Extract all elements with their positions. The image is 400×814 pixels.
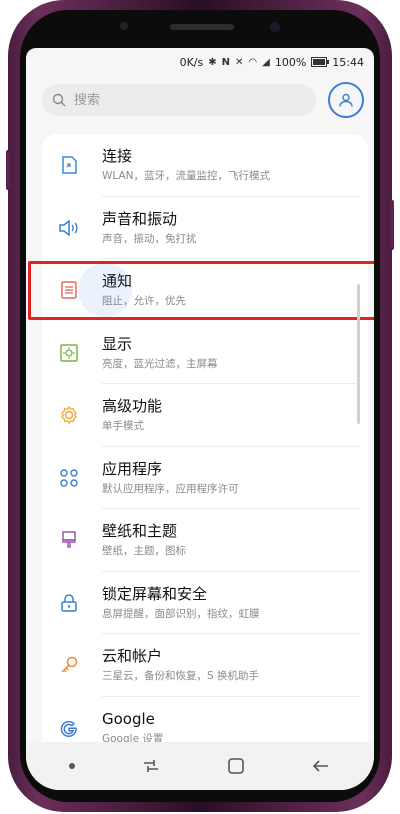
display-icon <box>42 342 96 364</box>
back-icon[interactable] <box>311 758 331 774</box>
item-subtitle: 阻止，允许，优先 <box>102 295 186 308</box>
bluetooth-icon: ✱ <box>208 56 217 68</box>
phone-bezel: 0K/s ✱ N ✕ ◠ ◢ 100% 15:44 搜索 连接 WLAN，蓝牙，… <box>20 10 380 802</box>
search-row <box>26 76 374 118</box>
phone-frame: 0K/s ✱ N ✕ ◠ ◢ 100% 15:44 搜索 连接 WLAN，蓝牙，… <box>6 0 394 812</box>
google-icon <box>42 717 96 739</box>
account-icon <box>339 93 353 107</box>
scrollbar[interactable] <box>357 284 360 424</box>
settings-item-cloud-accounts[interactable]: 云和帐户 三星云，备份和恢复，S 换机助手 <box>42 634 368 697</box>
nav-dot-indicator[interactable] <box>69 763 75 769</box>
settings-list: 连接 WLAN，蓝牙，流量监控，飞行模式 声音和振动 声音，振动，免打扰 通知 … <box>28 134 374 790</box>
settings-item-wallpaper[interactable]: 壁纸和主题 壁纸，主题，图标 <box>42 509 368 572</box>
status-bar: 0K/s ✱ N ✕ ◠ ◢ 100% 15:44 <box>26 48 374 76</box>
apps-grid-icon <box>42 467 96 489</box>
clock: 15:44 <box>332 55 364 69</box>
paintbrush-icon <box>42 529 96 551</box>
settings-item-sound[interactable]: 声音和振动 声音，振动，免打扰 <box>42 197 368 259</box>
mute-icon: ✕ <box>235 56 244 68</box>
lock-icon <box>42 592 96 614</box>
item-title: 应用程序 <box>102 459 163 478</box>
item-subtitle: 三星云，备份和恢复，S 换机助手 <box>102 670 260 683</box>
item-title: 云和帐户 <box>102 647 163 666</box>
settings-item-notifications[interactable]: 通知 阻止，允许，优先 <box>28 259 374 322</box>
item-title: Google <box>102 709 155 728</box>
item-title: 显示 <box>102 334 133 353</box>
item-subtitle: WLAN，蓝牙，流量监控，飞行模式 <box>102 170 271 183</box>
item-title: 壁纸和主题 <box>102 522 178 541</box>
battery-percent: 100% <box>274 55 307 69</box>
settings-screen: 0K/s ✱ N ✕ ◠ ◢ 100% 15:44 搜索 连接 WLAN，蓝牙，… <box>26 48 374 790</box>
power-button <box>390 200 394 250</box>
settings-item-apps[interactable]: 应用程序 默认应用程序，应用程序许可 <box>42 447 368 509</box>
item-subtitle: 默认应用程序，应用程序许可 <box>102 482 239 495</box>
earpiece <box>170 24 234 30</box>
item-title: 通知 <box>102 272 133 291</box>
key-icon <box>42 654 96 676</box>
settings-item-advanced[interactable]: 高级功能 单手模式 <box>42 384 368 447</box>
search-bar[interactable] <box>42 84 316 116</box>
sensor <box>120 22 128 30</box>
item-subtitle: 亮度，蓝光过滤，主屏幕 <box>102 357 218 370</box>
advanced-gear-icon <box>42 404 96 426</box>
signal-icon: ◢ <box>262 56 270 68</box>
navigation-bar <box>26 742 374 790</box>
volume-button <box>6 150 10 190</box>
item-subtitle: 息屏提醒，面部识别，指纹，虹膜 <box>102 607 260 620</box>
wifi-icon: ◠ <box>248 56 258 68</box>
item-subtitle: 壁纸，主题，图标 <box>102 545 186 558</box>
front-camera <box>270 22 280 32</box>
battery-icon <box>311 57 330 67</box>
settings-item-connections[interactable]: 连接 WLAN，蓝牙，流量监控，飞行模式 <box>42 134 368 197</box>
search-icon <box>52 93 66 107</box>
item-title: 锁定屏幕和安全 <box>102 584 208 603</box>
home-icon[interactable] <box>227 757 245 775</box>
search-input[interactable] <box>72 91 256 109</box>
recent-apps-icon[interactable] <box>141 758 161 774</box>
network-speed: 0K/s <box>179 55 204 69</box>
settings-item-display[interactable]: 显示 亮度，蓝光过滤，主屏幕 <box>42 322 368 384</box>
item-subtitle: 单手模式 <box>102 420 144 433</box>
item-subtitle: 声音，振动，免打扰 <box>102 232 197 245</box>
item-title: 连接 <box>102 147 133 166</box>
settings-item-lockscreen[interactable]: 锁定屏幕和安全 息屏提醒，面部识别，指纹，虹膜 <box>42 572 368 634</box>
nfc-icon: N <box>221 56 231 68</box>
connection-icon <box>42 154 96 176</box>
account-button[interactable] <box>328 82 364 118</box>
item-title: 声音和振动 <box>102 209 178 228</box>
touch-ripple <box>78 263 132 317</box>
speaker-icon <box>42 217 96 239</box>
item-title: 高级功能 <box>102 397 163 416</box>
